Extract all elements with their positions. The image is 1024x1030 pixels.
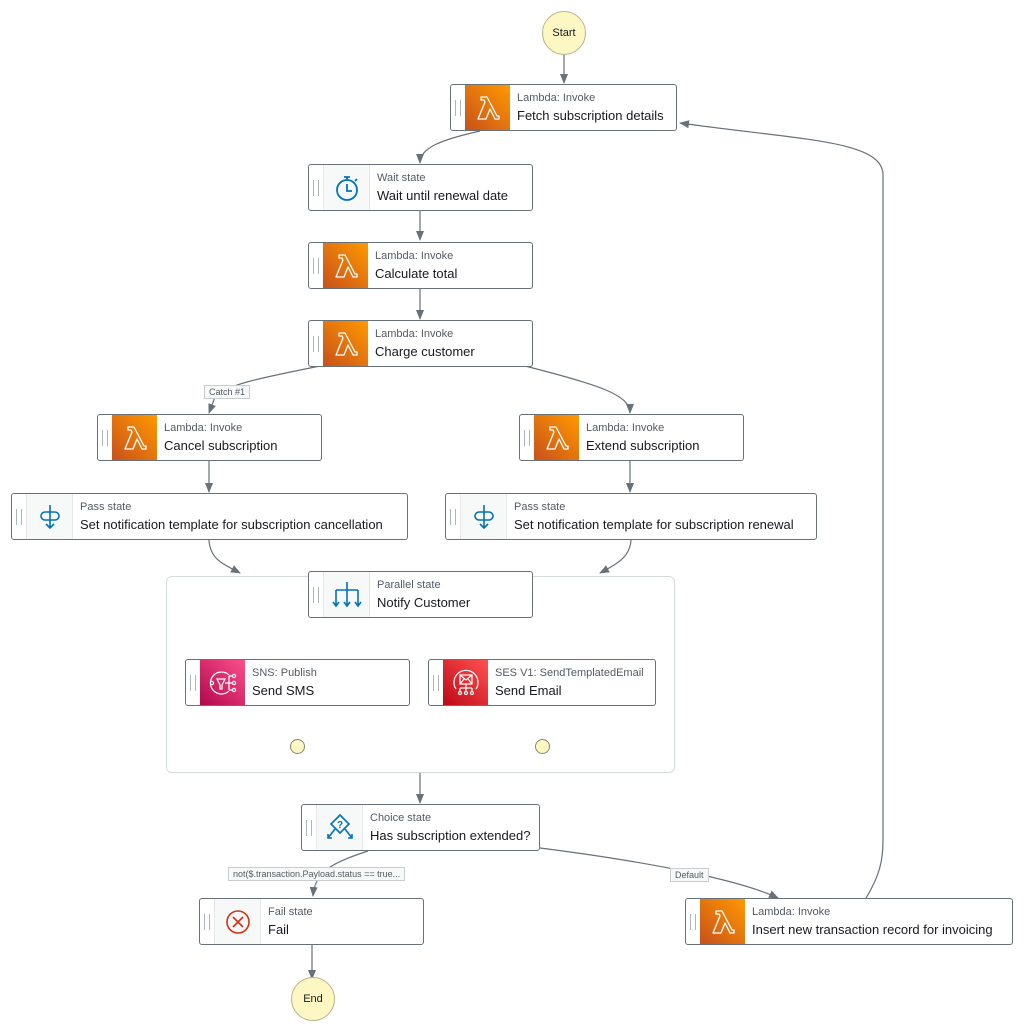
state-name: Fetch subscription details (517, 107, 664, 123)
edge-choice-insert (539, 847, 779, 899)
choice-icon: ? (316, 805, 363, 850)
drag-handle[interactable] (446, 494, 460, 539)
end-label: End (303, 993, 323, 1005)
edge-passcancel-parallel (208, 539, 241, 574)
state-type: Lambda: Invoke (752, 905, 831, 918)
state-type: Wait state (377, 171, 426, 184)
state-name: Charge customer (375, 343, 475, 359)
state-name: Fail (268, 921, 289, 937)
drag-handle[interactable] (451, 85, 465, 130)
state-type: Lambda: Invoke (375, 327, 454, 340)
drag-handle[interactable] (98, 415, 112, 460)
state-type: SNS: Publish (252, 666, 317, 679)
state-type: SES V1: SendTemplatedEmail (495, 666, 644, 679)
drag-handle[interactable] (200, 899, 214, 944)
state-set-template-renewal[interactable]: Pass state Set notification template for… (445, 493, 817, 540)
drag-handle[interactable] (309, 572, 323, 617)
state-type: Lambda: Invoke (517, 91, 596, 104)
state-name: Cancel subscription (164, 437, 278, 453)
pass-icon (26, 494, 73, 539)
state-charge-customer[interactable]: Lambda: Invoke Charge customer (308, 320, 533, 367)
edge-charge-extend (524, 365, 634, 414)
parallel-icon (323, 572, 370, 617)
state-type: Fail state (268, 905, 313, 918)
state-send-email[interactable]: SES V1: SendTemplatedEmail Send Email (428, 659, 656, 706)
state-fetch-subscription-details[interactable]: Lambda: Invoke Fetch subscription detail… (450, 84, 677, 131)
state-has-subscription-extended[interactable]: ? Choice state Has subscription extended… (301, 804, 540, 851)
drag-handle[interactable] (309, 243, 323, 288)
state-type: Pass state (80, 500, 132, 513)
edge-fetch-wait (416, 130, 481, 164)
start-node[interactable]: Start (542, 11, 586, 55)
lambda-icon (534, 415, 579, 460)
state-name: Set notification template for subscripti… (514, 516, 794, 532)
ses-icon (443, 660, 488, 705)
drag-handle[interactable] (309, 165, 323, 210)
state-fail[interactable]: Fail state Fail (199, 898, 424, 945)
sns-icon (200, 660, 245, 705)
drag-handle[interactable] (309, 321, 323, 366)
branch-end-sms (290, 739, 305, 754)
state-type: Pass state (514, 500, 566, 513)
branch-end-email (535, 739, 550, 754)
drag-handle[interactable] (186, 660, 200, 705)
state-type: Lambda: Invoke (164, 421, 243, 434)
lambda-icon (465, 85, 510, 130)
end-node[interactable]: End (291, 977, 335, 1021)
state-wait-until-renewal-date[interactable]: Wait state Wait until renewal date (308, 164, 533, 211)
state-cancel-subscription[interactable]: Lambda: Invoke Cancel subscription (97, 414, 322, 461)
state-name: Wait until renewal date (377, 187, 509, 203)
drag-handle[interactable] (302, 805, 316, 850)
lambda-icon (323, 243, 368, 288)
state-insert-transaction-record[interactable]: Lambda: Invoke Insert new transaction re… (685, 898, 1013, 945)
state-name: Insert new transaction record for invoic… (752, 921, 993, 937)
edge-label-choice-rule[interactable]: not($.transaction.Payload.status == true… (228, 867, 406, 881)
drag-handle[interactable] (520, 415, 534, 460)
state-name: Has subscription extended? (370, 827, 531, 843)
state-type: Parallel state (377, 578, 441, 591)
edge-label-default[interactable]: Default (670, 868, 709, 882)
state-send-sms[interactable]: SNS: Publish Send SMS (185, 659, 410, 706)
state-extend-subscription[interactable]: Lambda: Invoke Extend subscription (519, 414, 744, 461)
drag-handle[interactable] (12, 494, 26, 539)
state-name: Extend subscription (586, 437, 700, 453)
fail-icon (214, 899, 261, 944)
lambda-icon (700, 899, 745, 944)
start-label: Start (552, 27, 576, 39)
stopwatch-icon (323, 165, 370, 210)
drag-handle[interactable] (686, 899, 700, 944)
lambda-icon (112, 415, 157, 460)
drag-handle[interactable] (429, 660, 443, 705)
state-type: Lambda: Invoke (375, 249, 454, 262)
pass-icon (460, 494, 507, 539)
state-name: Notify Customer (377, 594, 471, 610)
state-type: Lambda: Invoke (586, 421, 665, 434)
state-name: Send SMS (252, 682, 315, 698)
state-notify-customer[interactable]: Parallel state Notify Customer (308, 571, 533, 618)
state-name: Calculate total (375, 265, 458, 281)
edge-passrenew-parallel (599, 539, 632, 574)
edge-label-catch[interactable]: Catch #1 (204, 385, 251, 399)
state-set-template-cancellation[interactable]: Pass state Set notification template for… (11, 493, 408, 540)
state-name: Send Email (495, 682, 562, 698)
svg-text:?: ? (336, 820, 342, 831)
state-type: Choice state (370, 811, 432, 824)
state-name: Set notification template for subscripti… (80, 516, 383, 532)
state-calculate-total[interactable]: Lambda: Invoke Calculate total (308, 242, 533, 289)
lambda-icon (323, 321, 368, 366)
